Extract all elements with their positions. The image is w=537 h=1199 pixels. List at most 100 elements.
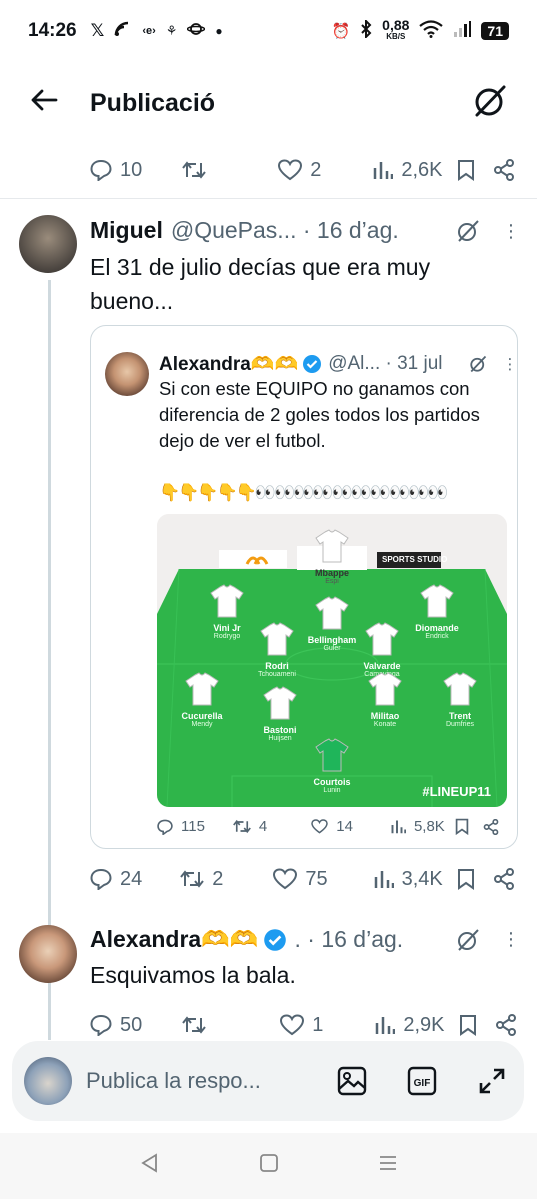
tweet-actions: 24 2 75 3,4K [90,864,520,894]
network-speed: 0,88 KB/S [382,17,410,41]
bluetooth-icon [360,18,372,42]
lineup-tag: #LINEUP11 [422,784,491,799]
player-name: Courtois [313,777,351,787]
reply-button[interactable]: 115 [157,818,205,835]
lineup-player: Mbappe Espi [292,529,372,585]
status-time: 14:26 [28,20,77,41]
lineup-player: Militao Konate [345,672,425,728]
jersey-icon [315,738,349,772]
share-icon [493,868,514,890]
author-name[interactable]: Alexandra🫶🫶 [159,352,298,376]
jersey-icon [260,622,294,656]
jersey-icon [185,672,219,706]
signal-stream-icon [114,21,132,42]
more-options-icon[interactable]: ⋮ [502,222,520,240]
back-arrow-icon[interactable] [30,86,80,120]
lineup-player: Rodri Tchouameni [237,622,317,678]
grok-icon[interactable] [473,84,507,123]
heart-icon [278,159,303,181]
reply-input[interactable]: Publica la respo... [86,1068,302,1094]
grok-icon[interactable] [456,928,480,952]
jersey-icon [420,584,454,618]
reply-button[interactable]: 50 [90,1014,142,1037]
avatar[interactable] [19,215,77,273]
share-button[interactable] [483,818,499,835]
tweet-text: El 31 de julio decías que era muy bueno.… [90,254,431,314]
jersey-icon [315,529,349,563]
quoted-tweet-actions: 115 4 14 5,8K [157,818,507,835]
bookmark-button[interactable] [455,818,469,835]
app-icon: ‹e› [142,25,156,37]
reply-button[interactable]: 24 [90,868,142,891]
share-button[interactable] [493,159,515,181]
quoted-tweet[interactable]: Alexandra🫶🫶 @Al... · 31 jul ⋮ Si con est… [90,325,518,849]
lineup-player: Bastoni Huijsen [240,686,320,742]
share-button[interactable] [495,1014,517,1036]
like-button[interactable]: 1 [280,1014,323,1037]
views-icon [374,162,394,179]
grok-icon[interactable] [456,219,480,243]
views-button[interactable]: 2,9K [375,1014,445,1037]
views-icon [376,1017,396,1034]
expand-icon[interactable] [472,1061,512,1101]
bookmark-button[interactable] [459,1014,477,1036]
divider [0,198,537,199]
avatar[interactable] [24,1057,72,1105]
like-button[interactable]: 2 [278,159,321,182]
like-button[interactable]: 75 [273,868,328,891]
views-button[interactable]: 2,6K [373,159,443,182]
app-icon-2: ⚘ [165,23,178,38]
repost-button[interactable] [182,160,214,180]
views-button[interactable]: 3,4K [374,868,443,891]
author-handle-date[interactable]: @Al... · 31 jul [328,353,442,375]
bookmark-icon [455,818,469,835]
player-substitute: Espi [325,578,339,585]
author-name[interactable]: Miguel [90,217,163,244]
recents-menu-icon[interactable] [378,1152,398,1180]
player-substitute: Mendy [191,721,213,728]
avatar[interactable] [19,925,77,983]
more-options-icon[interactable]: ⋮ [502,929,520,950]
lineup-player: Cucurella Mendy [162,672,242,728]
views-icon [391,820,406,834]
heart-icon [311,819,329,834]
jersey-icon [443,672,477,706]
verified-badge-icon [263,928,286,951]
author-name[interactable]: Alexandra🫶🫶 [90,926,259,953]
bookmark-button[interactable] [457,159,475,181]
views-icon [374,871,394,888]
tweet-header: Miguel @QuePas... · 16 d’ag. ⋮ [90,217,520,244]
author-handle-date[interactable]: . · 16 d’ag. [295,926,404,953]
system-nav-bar [0,1133,537,1199]
views-button[interactable]: 5,8K [391,818,445,835]
wifi-icon [419,20,444,42]
app-header: Publicació [0,62,537,144]
lineup-image[interactable]: SPORTS STUDIO #LINEUP11 Mbappe Espi Vini J… [157,514,507,807]
player-substitute: Lunin [323,787,341,794]
like-button[interactable]: 14 [311,818,353,835]
player-substitute: Dumfries [445,721,474,728]
reply-button[interactable]: 10 [90,159,142,182]
jersey-icon [365,622,399,656]
repost-button[interactable]: 2 [180,868,223,891]
more-options-icon[interactable]: ⋮ [503,355,518,373]
repost-icon [180,870,205,888]
verified-badge-icon [303,355,322,373]
reply-icon [90,868,112,890]
bookmark-button[interactable] [457,868,475,890]
back-triangle-icon[interactable] [140,1152,160,1180]
player-name: Mbappe [314,568,349,578]
share-button[interactable] [493,868,515,890]
repost-button[interactable]: 4 [233,818,267,835]
tweet-actions: 50 1 2,9K [90,1010,520,1040]
home-square-icon[interactable] [259,1152,279,1180]
repost-icon [182,1016,207,1034]
planet-icon [187,21,206,41]
avatar[interactable] [105,352,149,396]
grok-icon[interactable] [469,355,487,373]
repost-button[interactable] [182,1015,214,1035]
author-handle-date[interactable]: @QuePas... · 16 d’ag. [171,217,399,244]
image-icon[interactable] [332,1061,372,1101]
svg-text:GIF: GIF [414,1078,431,1089]
gif-icon[interactable]: GIF [402,1061,442,1101]
